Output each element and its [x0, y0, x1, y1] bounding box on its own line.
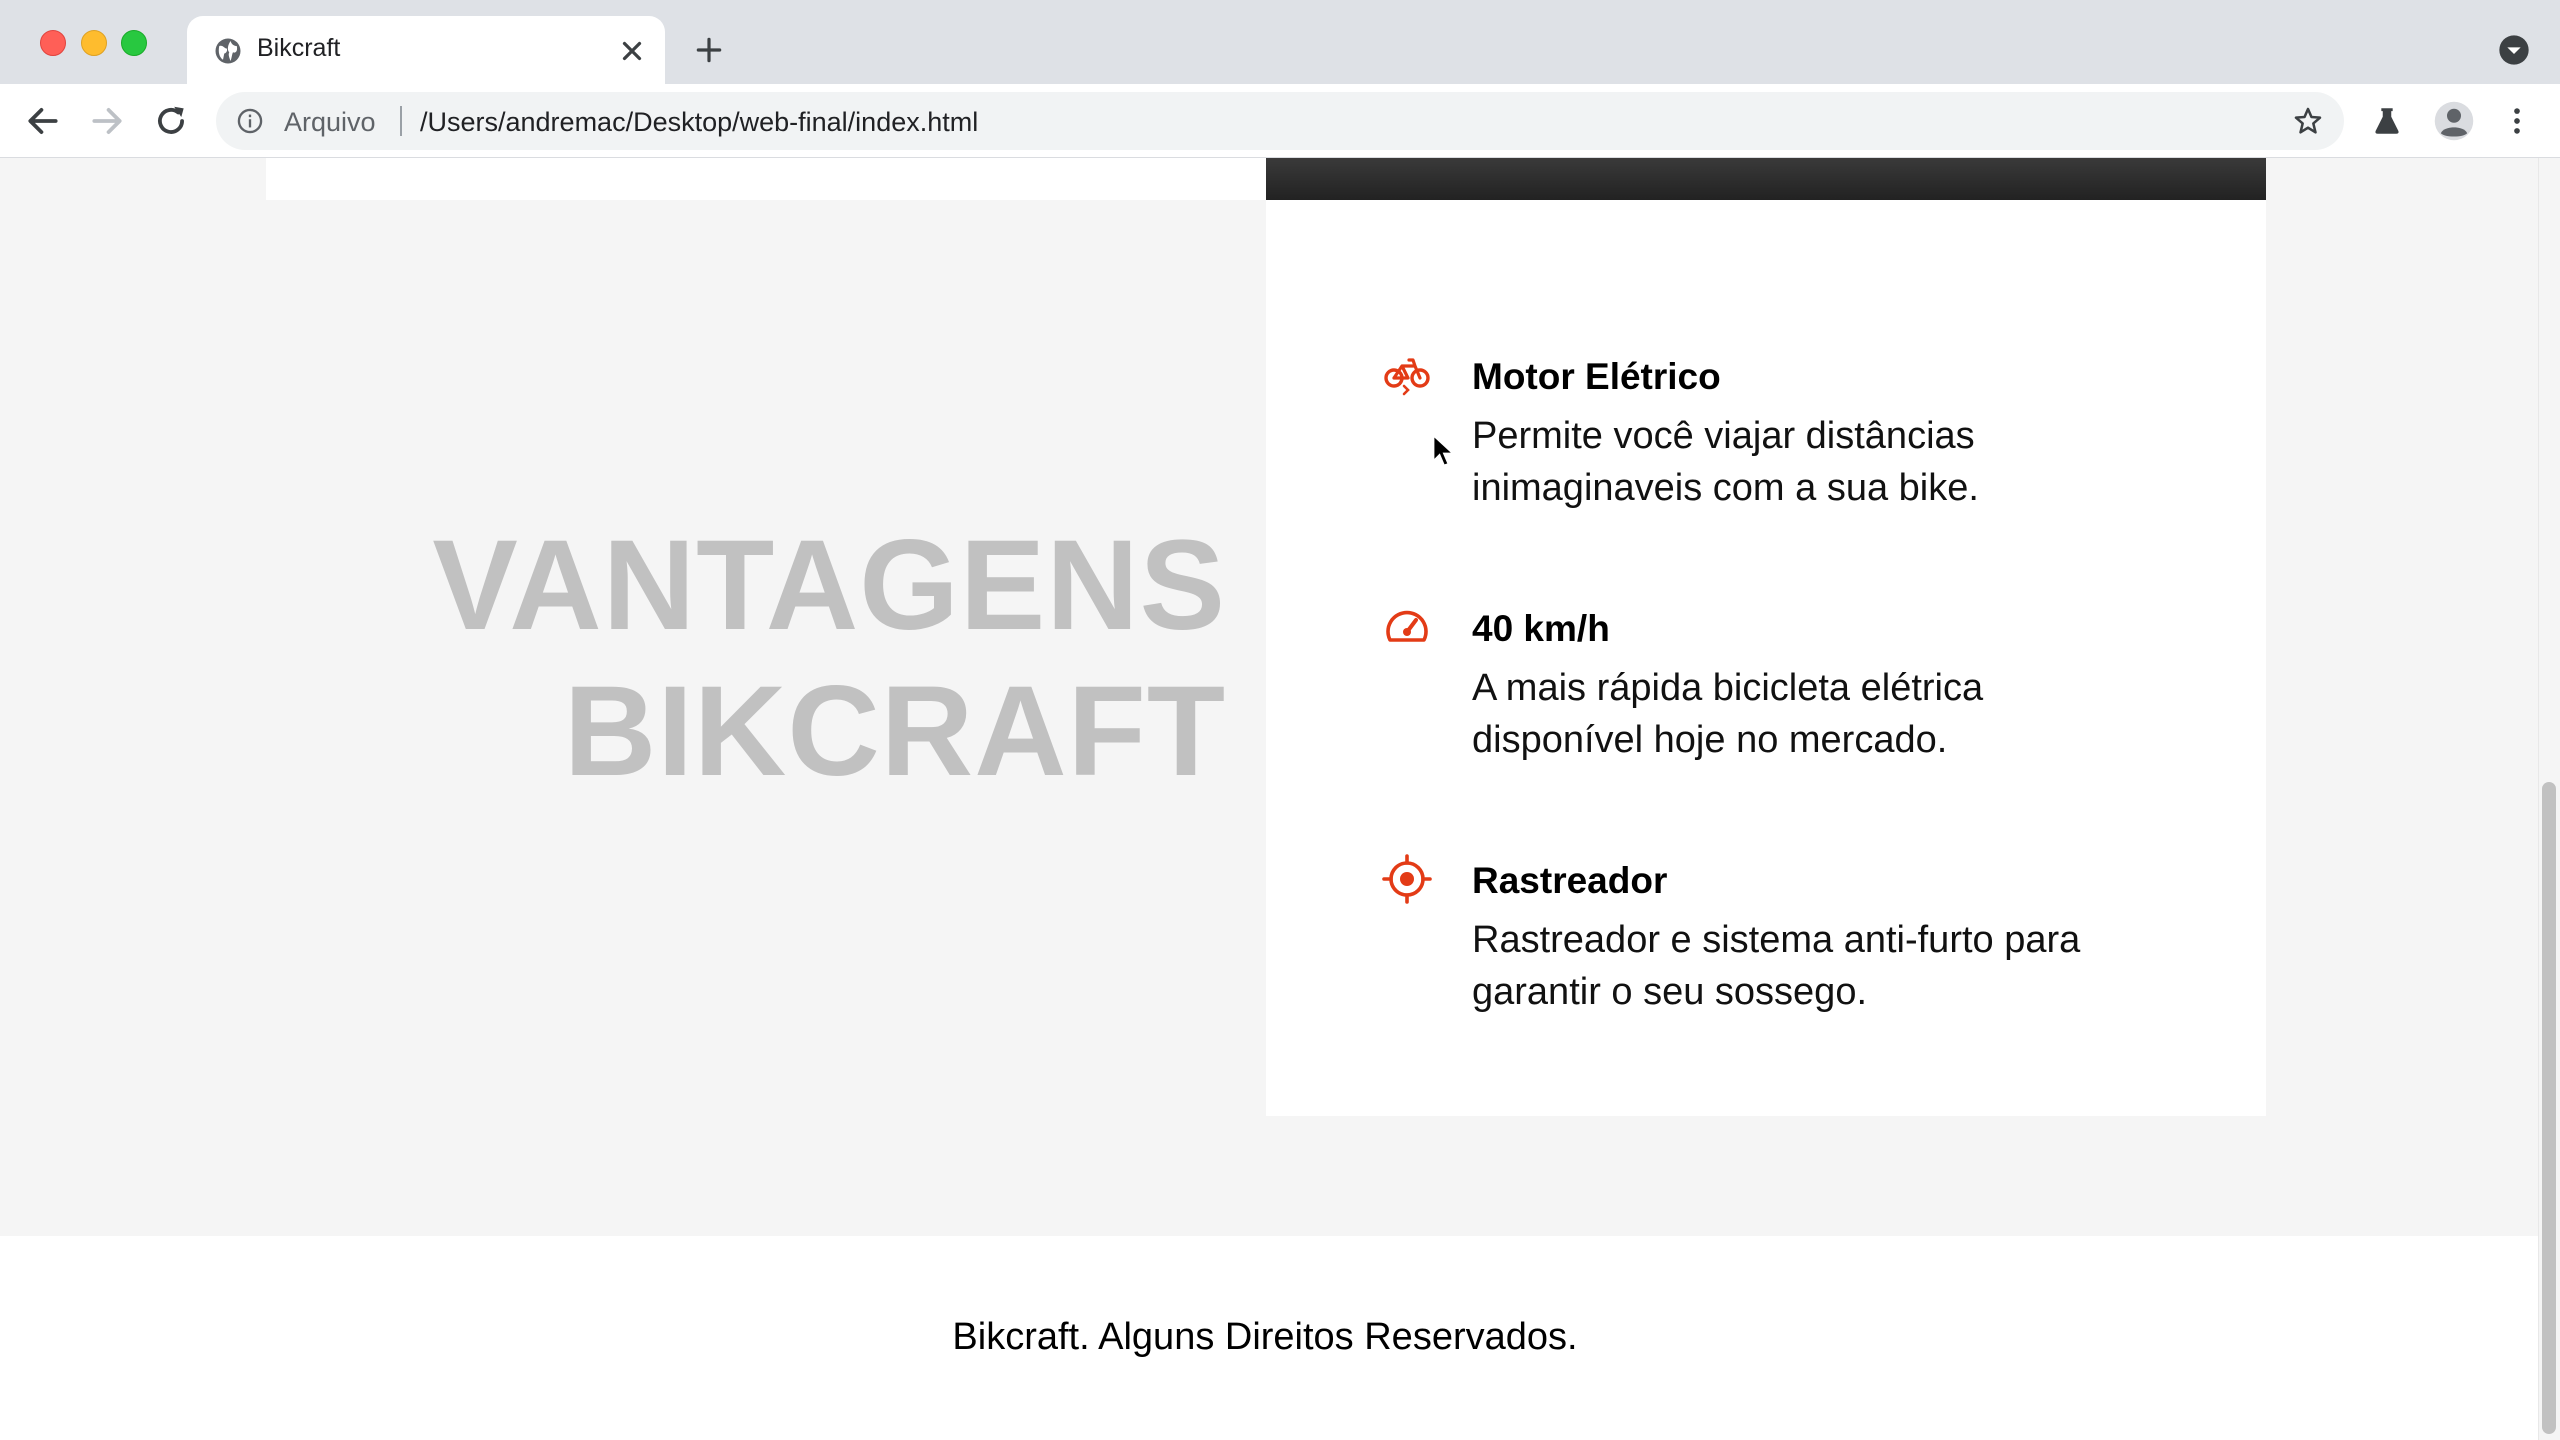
feature-description: A mais rápida bicicleta elétrica disponí…: [1472, 662, 2172, 766]
feature-description-line: Rastreador e sistema anti-furto para: [1472, 919, 2081, 961]
page-viewport: VANTAGENS BIKCRAFT Motor Elétrico Permit…: [0, 158, 2560, 1440]
globe-icon: [215, 38, 241, 64]
maximize-window-button[interactable]: [121, 30, 147, 56]
feature-description-line: A mais rápida bicicleta elétrica: [1472, 667, 1984, 709]
previous-section-image: [1266, 158, 2266, 200]
back-arrow-icon[interactable]: [24, 102, 62, 140]
feature-title: 40 km/h: [1472, 608, 1610, 649]
feature-description-line: disponível hoje no mercado.: [1472, 719, 1948, 761]
target-icon: [1382, 854, 1432, 904]
mouse-cursor-icon: [1432, 434, 1456, 467]
tab-search-icon[interactable]: [2498, 34, 2530, 66]
browser-tab[interactable]: Bikcraft: [187, 16, 665, 84]
url-text[interactable]: /Users/andremac/Desktop/web-final/index.…: [420, 107, 978, 138]
address-bar[interactable]: Arquivo /Users/andremac/Desktop/web-fina…: [216, 92, 2344, 150]
browser-toolbar: Arquivo /Users/andremac/Desktop/web-fina…: [0, 84, 2560, 158]
feature-title: Rastreador: [1472, 860, 1668, 901]
flask-icon[interactable]: [2370, 103, 2404, 139]
forward-arrow-icon[interactable]: [88, 102, 126, 140]
minimize-window-button[interactable]: [81, 30, 107, 56]
bookmark-star-icon[interactable]: [2292, 105, 2324, 137]
footer-copyright: Bikcraft. Alguns Direitos Reservados.: [952, 1316, 1578, 1358]
feature-description: Rastreador e sistema anti-furto para gar…: [1472, 914, 2172, 1018]
info-icon[interactable]: [236, 107, 264, 135]
feature-description-line: inimaginaveis com a sua bike.: [1472, 467, 1979, 509]
close-tab-icon[interactable]: [617, 36, 647, 66]
scrollbar-thumb[interactable]: [2542, 782, 2556, 1434]
tab-title: Bikcraft: [257, 34, 341, 62]
feature-description-line: garantir o seu sossego.: [1472, 971, 1868, 1013]
close-window-button[interactable]: [40, 30, 66, 56]
new-tab-icon[interactable]: [693, 34, 725, 66]
reload-icon[interactable]: [152, 102, 190, 140]
section-heading: VANTAGENS BIKCRAFT: [266, 513, 1226, 805]
page-footer: Bikcraft. Alguns Direitos Reservados.: [0, 1236, 2538, 1440]
profile-avatar-icon[interactable]: [2433, 100, 2475, 142]
scrollbar[interactable]: [2538, 158, 2560, 1440]
feature-description-line: Permite você viajar distâncias: [1472, 415, 1975, 457]
connection-label: Arquivo: [284, 107, 376, 137]
browser-titlebar: Bikcraft: [0, 0, 2560, 84]
heading-line-2: BIKCRAFT: [563, 660, 1226, 803]
feature-title: Motor Elétrico: [1472, 356, 1721, 397]
heading-line-1: VANTAGENS: [432, 514, 1226, 657]
speedometer-icon: [1386, 610, 1428, 642]
features-panel: Motor Elétrico Permite você viajar distâ…: [1266, 200, 2266, 1116]
feature-description: Permite você viajar distâncias inimagina…: [1472, 410, 2172, 514]
electric-bike-icon: [1384, 358, 1430, 396]
address-divider: [400, 106, 402, 136]
more-options-icon[interactable]: [2500, 103, 2534, 139]
previous-section-white-block: [266, 158, 1266, 200]
